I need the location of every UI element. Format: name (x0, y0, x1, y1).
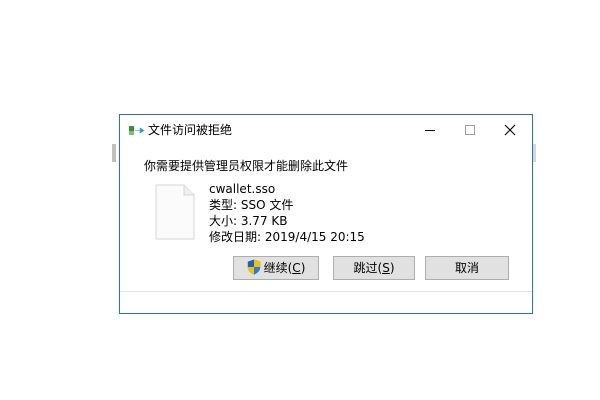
uac-shield-icon (247, 259, 260, 275)
maximize-icon (465, 125, 475, 135)
cancel-button[interactable]: 取消 (425, 256, 509, 280)
close-icon (504, 124, 516, 136)
skip-access-key: S (382, 261, 390, 275)
dialog-title: 文件访问被拒绝 (148, 123, 233, 137)
file-type: 类型: SSO 文件 (209, 198, 294, 212)
continue-label: 继续( (263, 261, 293, 275)
file-details: cwallet.sso 类型: SSO 文件 大小: 3.77 KB 修改日期:… (209, 181, 365, 245)
skip-label: 跳过( (353, 261, 383, 275)
continue-access-key: C (292, 261, 301, 275)
skip-button[interactable]: 跳过(S) (333, 256, 415, 280)
cancel-label: 取消 (454, 261, 479, 275)
file-size: 大小: 3.77 KB (209, 214, 288, 228)
background-window-edge-right (533, 144, 536, 162)
file-modified-date: 修改日期: 2019/4/15 20:15 (209, 230, 365, 244)
skip-label-end: ) (389, 261, 395, 275)
maximize-button[interactable] (450, 115, 490, 145)
continue-button[interactable]: 继续(C) (233, 256, 319, 280)
file-name: cwallet.sso (209, 182, 276, 196)
file-transfer-icon (129, 126, 145, 135)
dialog-footer (120, 292, 532, 313)
permission-message: 你需要提供管理员权限才能删除此文件 (144, 159, 349, 173)
file-icon (155, 184, 195, 240)
close-button[interactable] (490, 115, 530, 145)
continue-label-end: ) (300, 261, 306, 275)
minimize-icon (425, 130, 435, 131)
background-window-edge-left (112, 144, 116, 162)
title-bar[interactable]: 文件访问被拒绝 (120, 115, 532, 145)
file-access-denied-dialog: 文件访问被拒绝 你需要提供管理员权限才能删除此文件 cwallet.sso 类型… (119, 114, 533, 314)
minimize-button[interactable] (410, 115, 450, 145)
